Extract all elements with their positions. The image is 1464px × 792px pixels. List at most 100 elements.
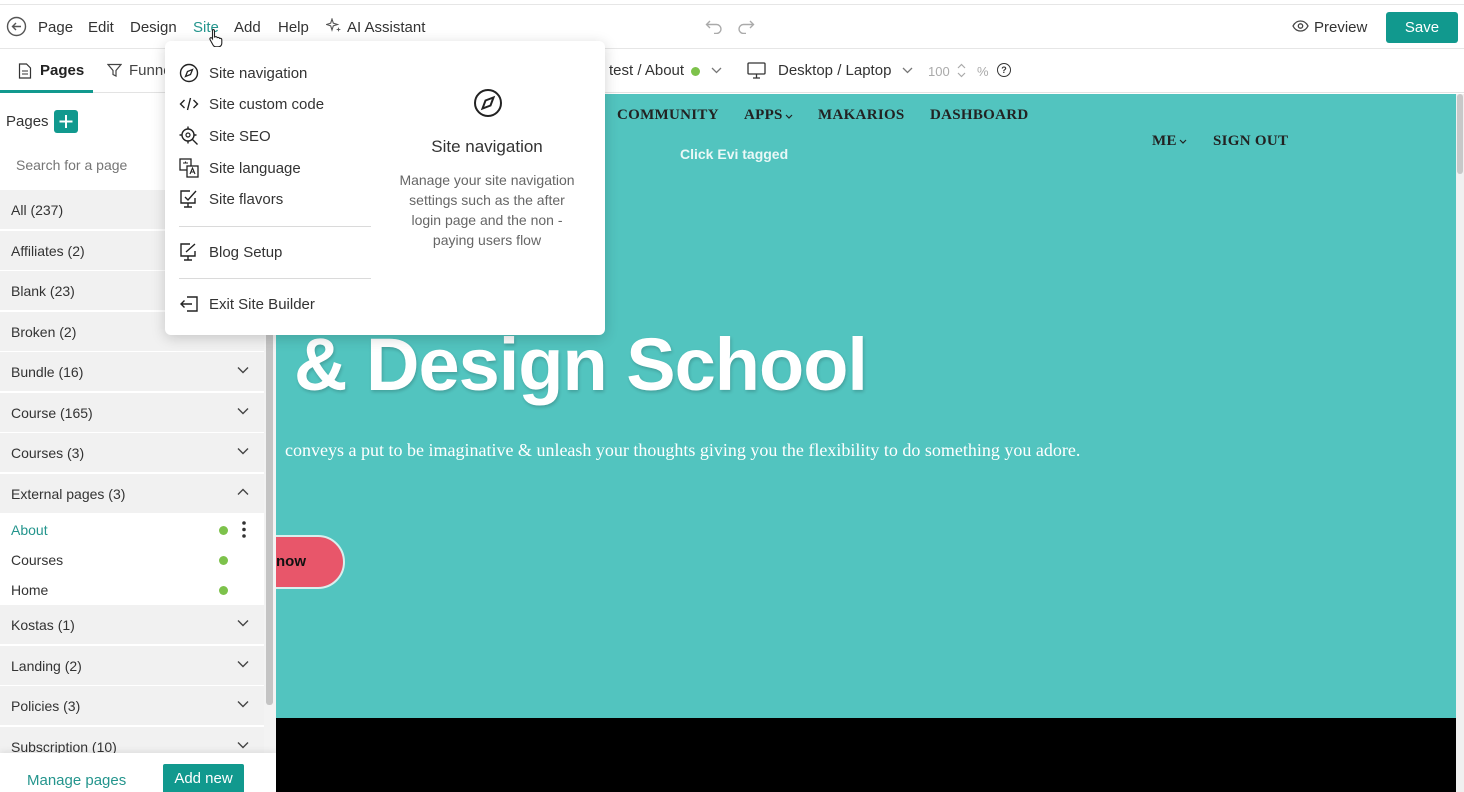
site-flavors-item[interactable]: Site flavors [179,186,379,212]
zoom-input[interactable]: 100 [928,64,950,79]
menu-design[interactable]: Design [130,19,177,36]
page-selector[interactable]: test / About [609,62,684,79]
category-label: Bundle (16) [11,364,84,380]
dropdown-item-label: Site flavors [209,191,284,208]
desktop-icon [747,62,766,79]
exit-icon [180,296,198,312]
category-label: Courses (3) [11,445,85,461]
undo-icon[interactable] [705,18,723,34]
canvas-scrollbar[interactable] [1456,94,1464,792]
save-button[interactable]: Save [1386,12,1458,43]
tab-pages[interactable]: Pages [40,62,84,79]
compass-icon [179,63,199,83]
category-label: All (237) [11,202,64,218]
category-landing[interactable]: Landing (2) [0,646,264,686]
dropdown-item-label: Blog Setup [209,244,283,261]
category-label: Broken (2) [11,324,77,340]
sidebar-title: Pages [6,113,49,130]
category-label: Affiliates (2) [11,243,85,259]
page-item-about[interactable]: About [0,515,264,545]
category-policies[interactable]: Policies (3) [0,686,264,726]
chevron-down-icon [237,620,249,627]
category-label: Landing (2) [11,658,82,674]
menu-page[interactable]: Page [38,19,73,36]
page-status-dot [219,556,228,565]
site-language-item[interactable]: Site language [179,155,379,181]
add-page-button[interactable] [54,110,78,133]
site-nav-sign-out[interactable]: SIGN OUT [1213,133,1288,150]
canvas-footer-section [276,718,1456,792]
dropdown-item-label: Exit Site Builder [209,296,315,313]
code-icon [179,97,199,111]
page-search-input[interactable] [6,151,151,179]
chevron-down-icon [237,742,249,749]
chevron-down-icon[interactable] [902,67,913,74]
zoom-unit: % [977,64,989,79]
ai-assistant-button[interactable]: AI Assistant [347,19,425,36]
flavors-icon [180,190,197,208]
hero-subline: conveys a put to be imaginative & unleas… [285,440,1081,460]
seo-target-icon [179,126,198,145]
page-item-label: About [11,522,48,538]
add-new-button[interactable]: Add new [163,764,244,792]
category-label: Kostas (1) [11,617,75,633]
hero-cta-button[interactable]: now [276,535,345,589]
dropdown-item-label: Site language [209,160,301,177]
page-item-home[interactable]: Home [0,575,264,605]
chevron-down-icon[interactable] [711,67,722,74]
page-item-label: Courses [11,552,64,568]
page-status-dot [219,526,228,535]
chevron-down-icon [237,408,249,415]
eye-icon [1292,20,1309,32]
canvas-scroll-thumb[interactable] [1457,94,1463,174]
detail-description: Manage your site navigation settings suc… [399,172,575,248]
language-icon [179,158,199,178]
zoom-stepper-icon[interactable] [957,63,966,78]
dropdown-item-label: Site custom code [209,96,325,113]
site-navigation-item[interactable]: Site navigation [179,60,379,86]
category-courses[interactable]: Courses (3) [0,433,264,473]
hero-cta-label: now [276,553,306,570]
site-nav-community[interactable]: COMMUNITY [617,107,719,124]
more-options-icon[interactable] [242,521,246,538]
page-item-courses[interactable]: Courses [0,545,264,575]
tagged-label: Click Evi tagged [680,146,789,162]
site-custom-code-item[interactable]: Site custom code [179,91,379,117]
category-label: Policies (3) [11,698,81,714]
category-bundle[interactable]: Bundle (16) [0,352,264,392]
page-item-label: Home [11,582,49,598]
site-menu-dropdown: Site navigation Site custom code Site SE… [165,41,605,335]
menu-add[interactable]: Add [234,19,261,36]
page-status-dot [691,67,700,76]
chevron-up-icon [237,488,249,495]
site-nav-dashboard[interactable]: DASHBOARD [930,107,1029,124]
blog-icon [180,243,196,261]
site-nav-me[interactable]: ME [1152,133,1177,150]
back-icon[interactable] [6,16,27,37]
chevron-down-icon [237,701,249,708]
funnel-icon [107,63,122,78]
blog-setup-item[interactable]: Blog Setup [179,239,379,265]
site-nav-apps[interactable]: APPS [744,107,783,124]
site-nav-makarios[interactable]: MAKARIOS [818,107,905,124]
menu-help[interactable]: Help [278,19,309,36]
manage-pages-link[interactable]: Manage pages [27,772,126,789]
chevron-down-icon [1179,139,1187,144]
category-kostas[interactable]: Kostas (1) [0,605,264,645]
hand-cursor-icon [208,28,224,47]
compass-icon [473,88,503,118]
exit-site-builder-item[interactable]: Exit Site Builder [179,291,379,317]
category-course[interactable]: Course (165) [0,393,264,433]
redo-icon[interactable] [737,18,755,34]
preview-button[interactable]: Preview [1314,19,1367,36]
menu-edit[interactable]: Edit [88,19,114,36]
dropdown-item-label: Site SEO [209,128,271,145]
chevron-down-icon [237,448,249,455]
category-label: External pages (3) [11,486,126,502]
category-label: Blank (23) [11,283,75,299]
device-selector[interactable]: Desktop / Laptop [778,62,891,79]
chevron-down-icon [785,114,793,119]
help-icon[interactable]: ? [997,63,1011,77]
site-seo-item[interactable]: Site SEO [179,123,379,149]
category-external-pages[interactable]: External pages (3) [0,474,264,514]
